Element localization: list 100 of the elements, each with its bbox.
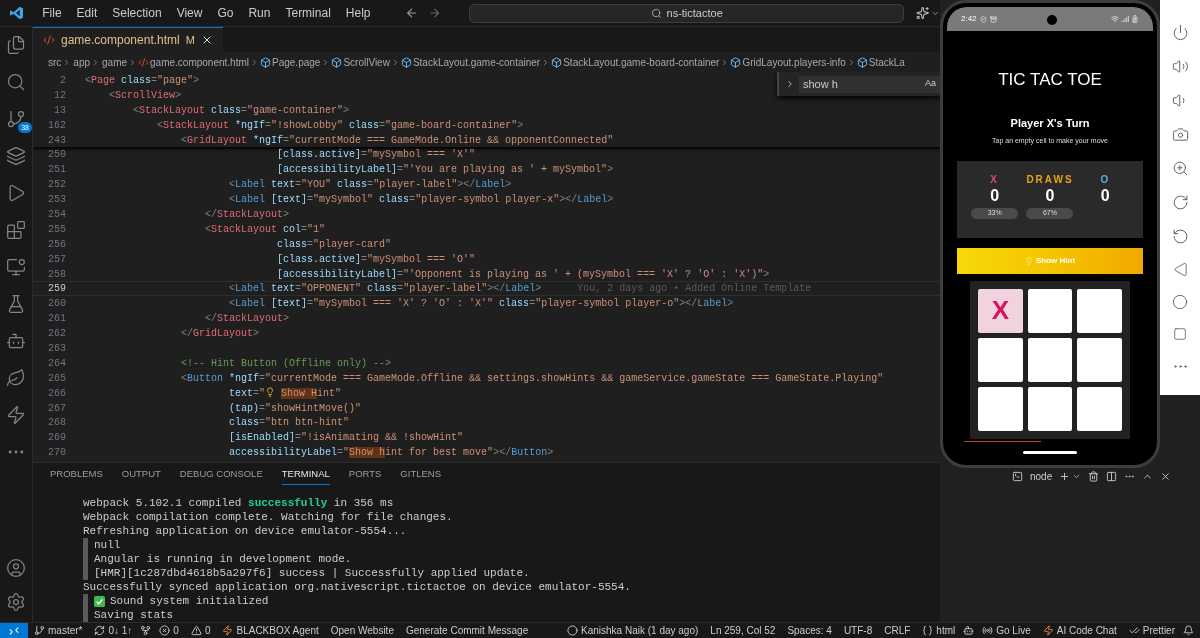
panel-tab[interactable]: PROBLEMS <box>50 466 103 485</box>
camera-icon[interactable] <box>1171 126 1189 143</box>
copilot-icon[interactable] <box>963 625 975 636</box>
extensions-icon[interactable] <box>6 220 26 240</box>
board-cell[interactable] <box>1077 386 1122 431</box>
robot-icon[interactable] <box>6 331 26 351</box>
menu-item[interactable]: File <box>36 4 68 22</box>
board-cell[interactable] <box>1027 288 1073 333</box>
menu-item[interactable]: Selection <box>106 4 168 22</box>
layers-icon[interactable] <box>6 146 26 166</box>
leaf-icon[interactable] <box>6 368 26 388</box>
volume-up-icon[interactable] <box>1171 58 1189 75</box>
menu-item[interactable]: Go <box>211 4 240 22</box>
line-number: 256 <box>47 237 67 252</box>
search-icon <box>650 7 662 19</box>
rotate-right-icon[interactable] <box>1171 194 1189 211</box>
player-label: X <box>990 174 999 185</box>
html-file-icon <box>43 34 55 46</box>
status-item[interactable]: Go Live <box>978 623 1035 638</box>
board-cell[interactable] <box>1027 337 1073 382</box>
player-label: O <box>1100 174 1111 185</box>
status-item[interactable]: 0 <box>186 623 215 638</box>
editor-tab[interactable]: game.component.html M <box>33 27 223 52</box>
panel-tab[interactable]: TERMINAL <box>281 466 330 485</box>
status-item[interactable]: Kanishka Naik (1 day ago) <box>563 623 703 638</box>
menu-item[interactable]: Edit <box>70 4 104 22</box>
board-cell[interactable] <box>1027 386 1073 431</box>
board-cell[interactable] <box>1077 337 1122 382</box>
board-cell[interactable] <box>1077 288 1122 333</box>
remote-button[interactable] <box>0 623 28 638</box>
board-cell[interactable] <box>978 337 1023 382</box>
bell-icon[interactable] <box>1183 625 1194 636</box>
back-icon[interactable] <box>1172 262 1188 277</box>
breadcrumb-item[interactable]: Page.page <box>272 54 321 70</box>
panel-tab[interactable]: OUTPUT <box>121 466 161 485</box>
find-input[interactable]: show h Aa <box>799 75 940 93</box>
panel-tab[interactable]: GITLENS <box>400 466 441 485</box>
forward-icon[interactable] <box>427 6 442 20</box>
command-search-field[interactable]: ns-tictactoe <box>469 3 905 23</box>
status-item[interactable]: Spaces: 4 <box>783 623 836 638</box>
line-number: 267 <box>47 401 67 416</box>
code-line: class="player-card" <box>276 237 392 252</box>
breadcrumb-item[interactable]: app <box>73 54 91 70</box>
terminal-name[interactable]: node <box>1030 468 1053 484</box>
status-item[interactable]: CRLF <box>880 623 915 638</box>
trash-icon[interactable] <box>1088 470 1100 482</box>
menu-item[interactable]: Run <box>242 4 277 22</box>
breadcrumb-item[interactable]: StackLa <box>868 54 905 70</box>
match-case-toggle[interactable]: Aa <box>925 77 936 91</box>
status-item[interactable]: 0 <box>155 623 183 638</box>
shield-icon <box>979 15 987 23</box>
zoom-in-icon[interactable] <box>1171 160 1189 177</box>
search-icon[interactable] <box>6 72 26 92</box>
code-line: <Button *ngIf="currentMode === GameMode.Offline && settings.showHints && gameService.gameState === GameState.Playing" <box>180 371 884 386</box>
rotate-left-icon[interactable] <box>1171 228 1189 245</box>
code-line: class="btn btn-hint" <box>228 416 350 431</box>
add-icon[interactable] <box>1059 470 1071 482</box>
panel-tab[interactable]: DEBUG CONSOLE <box>179 466 263 485</box>
remote-explorer-icon[interactable] <box>6 257 26 277</box>
status-item[interactable]: master* <box>30 623 87 638</box>
sparkle-icon[interactable] <box>916 6 930 20</box>
expand-icon[interactable] <box>785 79 795 89</box>
breadcrumb-item[interactable]: game.component.html <box>150 54 249 70</box>
status-item[interactable]: Ln 259, Col 52 <box>706 623 780 638</box>
flask-icon[interactable] <box>6 294 26 314</box>
overview-icon[interactable] <box>1173 327 1187 341</box>
settings-icon[interactable] <box>6 592 26 612</box>
account-icon[interactable] <box>6 558 26 578</box>
error-icon <box>159 625 171 636</box>
status-item[interactable]: html <box>918 623 960 638</box>
status-item[interactable]: 0↓ 1↑ <box>90 623 137 638</box>
status-item[interactable]: Prettier <box>1124 623 1179 638</box>
status-item[interactable]: AI Code Chat <box>1038 623 1121 638</box>
menu-item[interactable]: Help <box>339 4 377 22</box>
menu-item[interactable]: Terminal <box>279 4 337 22</box>
bolt-icon[interactable] <box>6 405 26 425</box>
app-logo-icon <box>9 5 25 21</box>
status-item[interactable]: Generate Commit Message <box>401 623 533 638</box>
panel-tab[interactable]: PORTS <box>348 466 382 485</box>
status-item[interactable]: Open Website <box>326 623 398 638</box>
back-icon[interactable] <box>404 6 418 20</box>
files-icon[interactable] <box>6 35 26 55</box>
breadcrumb-item[interactable]: GridLayout.players-info <box>742 54 846 70</box>
status-item[interactable]: UTF-8 <box>839 623 877 638</box>
board-cell[interactable] <box>978 386 1023 431</box>
status-item[interactable]: BLACKBOX Agent <box>218 623 323 638</box>
line-number: 253 <box>47 193 67 208</box>
split-icon[interactable] <box>1106 470 1118 482</box>
breadcrumb-item[interactable]: game <box>102 54 128 70</box>
breadcrumb-item[interactable]: src <box>48 54 62 70</box>
wifi-icon <box>1111 15 1119 23</box>
breadcrumb-item[interactable]: StackLayout.game-board-container <box>563 54 720 70</box>
board-cell[interactable]: X <box>978 288 1023 333</box>
close-icon[interactable] <box>1160 470 1172 482</box>
breadcrumb-item[interactable]: ScrollView <box>343 54 390 70</box>
home-icon[interactable] <box>1172 294 1188 310</box>
code-line: </GridLayout> <box>180 327 260 342</box>
menu-item[interactable]: View <box>170 4 209 22</box>
power-icon[interactable] <box>1171 24 1189 41</box>
breadcrumb-item[interactable]: StackLayout.game-container <box>412 54 541 70</box>
